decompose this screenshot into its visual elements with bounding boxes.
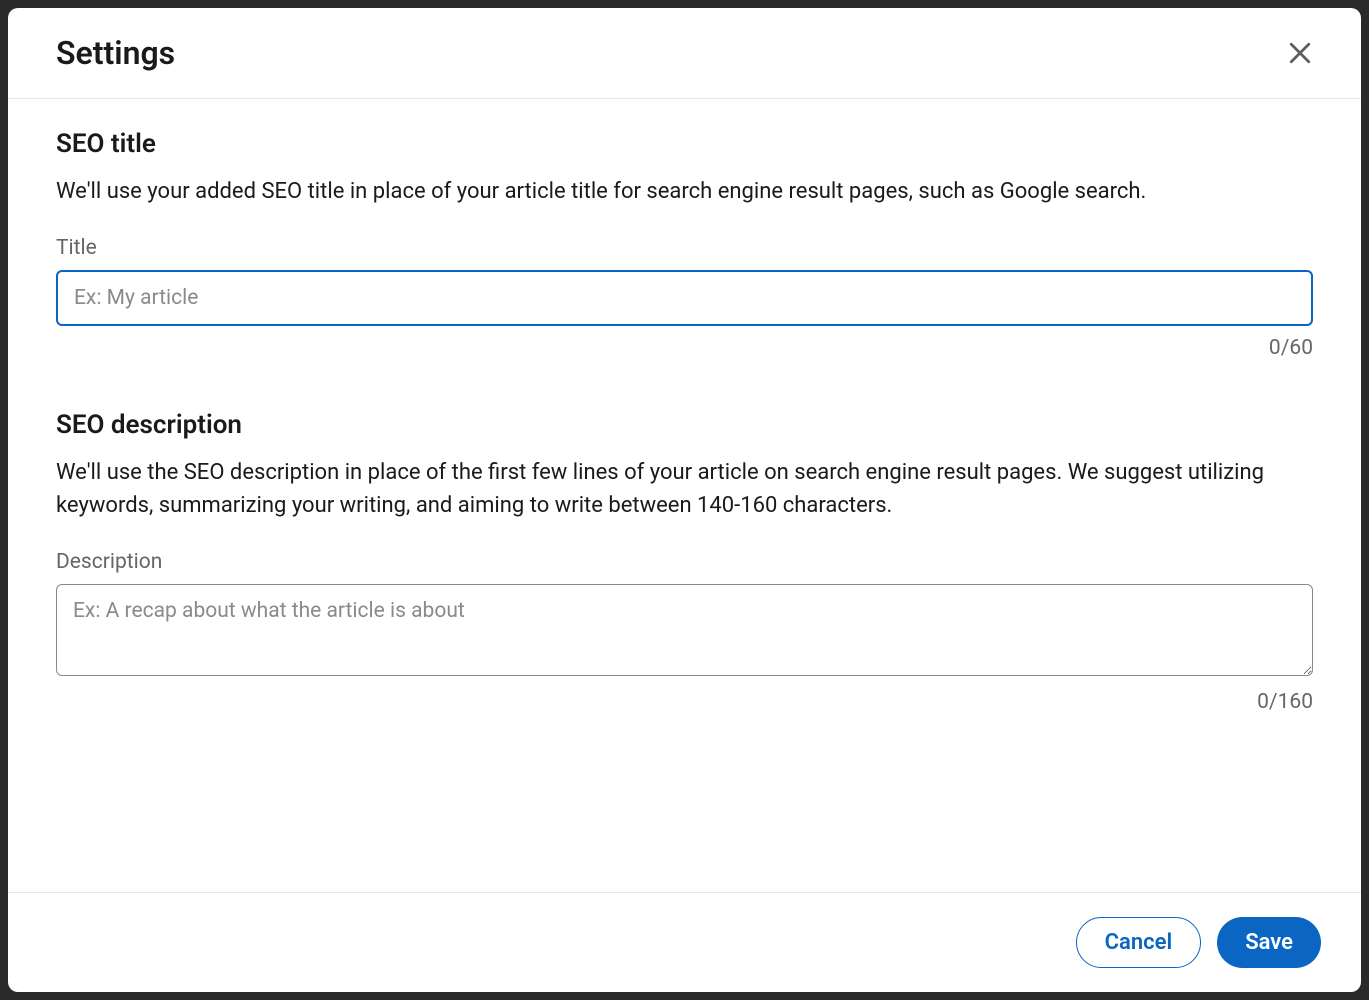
seo-description-label: Description: [56, 550, 1313, 574]
modal-footer: Cancel Save: [8, 892, 1361, 992]
seo-description-help: We'll use the SEO description in place o…: [56, 456, 1313, 522]
close-icon: [1285, 38, 1315, 68]
seo-description-input[interactable]: [56, 584, 1313, 676]
close-button[interactable]: [1279, 32, 1321, 74]
seo-description-char-count: 0/160: [56, 690, 1313, 714]
seo-title-help: We'll use your added SEO title in place …: [56, 175, 1313, 208]
seo-title-input[interactable]: [56, 270, 1313, 326]
seo-title-section: SEO title We'll use your added SEO title…: [56, 129, 1313, 360]
modal-body: SEO title We'll use your added SEO title…: [8, 99, 1361, 892]
seo-title-label: Title: [56, 236, 1313, 260]
seo-description-heading: SEO description: [56, 410, 1313, 440]
settings-modal: Settings SEO title We'll use your added …: [8, 8, 1361, 992]
seo-description-section: SEO description We'll use the SEO descri…: [56, 410, 1313, 714]
save-button[interactable]: Save: [1217, 917, 1321, 968]
seo-title-char-count: 0/60: [56, 336, 1313, 360]
cancel-button[interactable]: Cancel: [1076, 917, 1202, 968]
modal-header: Settings: [8, 8, 1361, 99]
modal-title: Settings: [56, 34, 175, 72]
seo-title-heading: SEO title: [56, 129, 1313, 159]
